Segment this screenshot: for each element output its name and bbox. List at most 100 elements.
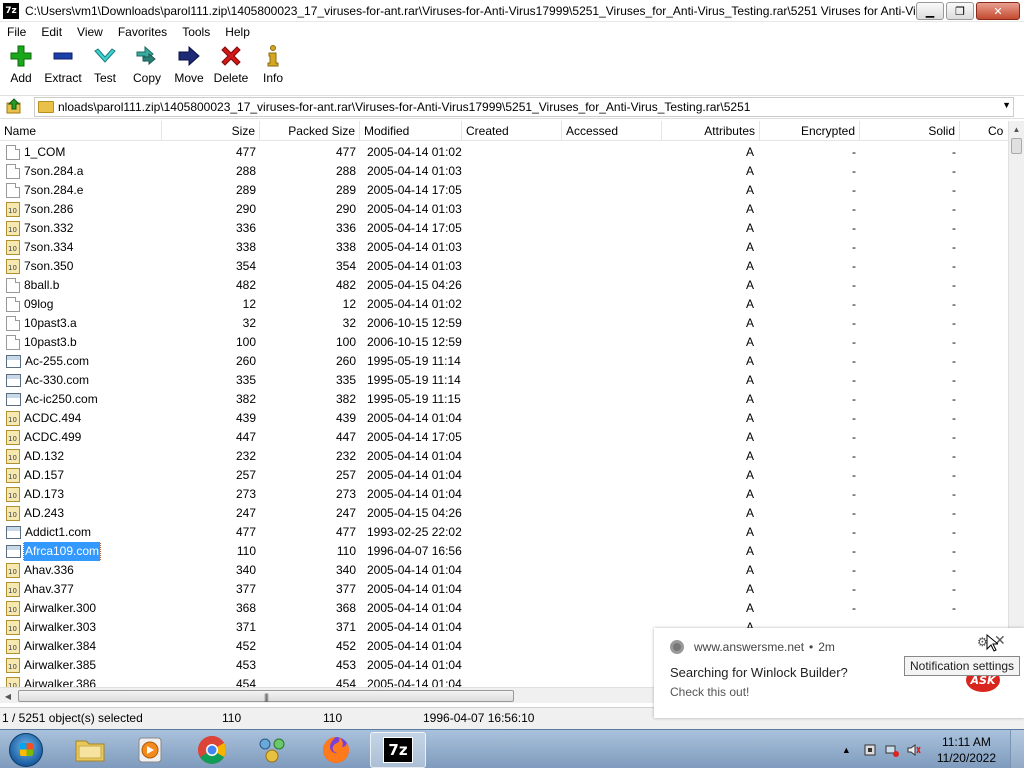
table-row[interactable]: 7son.332 336 336 2005-04-14 17:05 A - - — [0, 219, 1008, 238]
file-name-cell[interactable]: Ac-ic250.com — [6, 390, 156, 409]
table-row[interactable]: 8ball.b 482 482 2005-04-15 04:26 A - - — [0, 276, 1008, 295]
start-button[interactable] — [4, 731, 48, 768]
file-name-cell[interactable]: Ahav.336 — [6, 561, 156, 580]
network-status-icon[interactable] — [885, 743, 899, 757]
menu-favorites[interactable]: Favorites — [111, 25, 175, 39]
file-name-cell[interactable]: ACDC.499 — [6, 428, 156, 447]
file-name-cell[interactable]: AD.157 — [6, 466, 156, 485]
file-name-cell[interactable]: 7son.332 — [6, 219, 156, 238]
table-row[interactable]: 7son.286 290 290 2005-04-14 01:03 A - - — [0, 200, 1008, 219]
taskbar-firefox[interactable] — [308, 732, 364, 768]
file-name-cell[interactable]: Afrca109.com — [6, 542, 156, 561]
table-row[interactable]: Addict1.com 477 477 1993-02-25 22:02 A - - — [0, 523, 1008, 542]
file-name-cell[interactable]: AD.173 — [6, 485, 156, 504]
table-row[interactable]: Ahav.336 340 340 2005-04-14 01:04 A - - — [0, 561, 1008, 580]
minimize-button[interactable]: ▁ — [916, 2, 944, 20]
table-row[interactable]: 7son.350 354 354 2005-04-14 01:03 A - - — [0, 257, 1008, 276]
table-row[interactable]: 10past3.b 100 100 2006-10-15 12:59 A - - — [0, 333, 1008, 352]
file-name-cell[interactable]: Ac-330.com — [6, 371, 156, 390]
file-name-cell[interactable]: 09log — [6, 295, 156, 314]
file-name-cell[interactable]: Ac-255.com — [6, 352, 156, 371]
taskbar-network-app[interactable] — [244, 732, 300, 768]
taskbar-chrome[interactable] — [184, 732, 240, 768]
show-desktop-button[interactable] — [1010, 730, 1024, 768]
taskbar-media-player[interactable] — [122, 732, 178, 768]
column-packed-size[interactable]: Packed Size — [260, 121, 360, 141]
file-name-cell[interactable]: 7son.284.e — [6, 181, 156, 200]
table-row[interactable]: AD.132 232 232 2005-04-14 01:04 A - - — [0, 447, 1008, 466]
file-name-cell[interactable]: Airwalker.385 — [6, 656, 156, 675]
file-name-cell[interactable]: 7son.334 — [6, 238, 156, 257]
column-attributes[interactable]: Attributes — [662, 121, 760, 141]
column-created[interactable]: Created — [462, 121, 562, 141]
column-solid[interactable]: Solid — [860, 121, 960, 141]
add-button[interactable]: Add — [0, 43, 42, 93]
table-row[interactable]: 7son.334 338 338 2005-04-14 01:03 A - - — [0, 238, 1008, 257]
column-encrypted[interactable]: Encrypted — [760, 121, 860, 141]
menu-tools[interactable]: Tools — [175, 25, 218, 39]
table-row[interactable]: AD.243 247 247 2005-04-15 04:26 A - - — [0, 504, 1008, 523]
delete-button[interactable]: Delete — [210, 43, 252, 93]
file-name-cell[interactable]: 7son.350 — [6, 257, 156, 276]
close-button[interactable]: ✕ — [976, 2, 1020, 20]
scroll-up-icon[interactable]: ▲ — [1009, 121, 1024, 137]
file-name-cell[interactable]: Airwalker.384 — [6, 637, 156, 656]
table-row[interactable]: Ahav.377 377 377 2005-04-14 01:04 A - - — [0, 580, 1008, 599]
menu-edit[interactable]: Edit — [34, 25, 70, 39]
move-button[interactable]: Move — [168, 43, 210, 93]
column-comment[interactable]: Co — [984, 121, 1008, 141]
taskbar-file-explorer[interactable] — [62, 732, 118, 768]
file-name-cell[interactable]: 7son.286 — [6, 200, 156, 219]
extract-button[interactable]: Extract — [42, 43, 84, 93]
volume-icon[interactable] — [907, 743, 921, 757]
column-name[interactable]: Name — [0, 121, 162, 141]
tray-expand-icon[interactable]: ▲ — [842, 745, 851, 755]
column-modified[interactable]: Modified — [360, 121, 462, 141]
file-name-cell[interactable]: 10past3.a — [6, 314, 156, 333]
clock[interactable]: 11:11 AM 11/20/2022 — [937, 734, 996, 766]
column-size[interactable]: Size — [162, 121, 260, 141]
taskbar-7zip[interactable]: 7z — [370, 732, 426, 768]
table-row[interactable]: ACDC.494 439 439 2005-04-14 01:04 A - - — [0, 409, 1008, 428]
7zip-app-icon[interactable]: 7z — [3, 2, 19, 19]
file-name-cell[interactable]: Airwalker.303 — [6, 618, 156, 637]
table-row[interactable]: 09log 12 12 2005-04-14 01:02 A - - — [0, 295, 1008, 314]
info-button[interactable]: Info — [252, 43, 294, 93]
table-row[interactable]: Ac-330.com 335 335 1995-05-19 11:14 A - - — [0, 371, 1008, 390]
file-name-cell[interactable]: 8ball.b — [6, 276, 156, 295]
menu-file[interactable]: File — [0, 25, 34, 39]
table-row[interactable]: Ac-ic250.com 382 382 1995-05-19 11:15 A - - — [0, 390, 1008, 409]
table-row[interactable]: AD.157 257 257 2005-04-14 01:04 A - - — [0, 466, 1008, 485]
vertical-scroll-thumb[interactable] — [1011, 138, 1022, 154]
chevron-down-icon[interactable]: ▼ — [1002, 100, 1011, 110]
file-name-cell[interactable]: ACDC.494 — [6, 409, 156, 428]
vertical-scrollbar[interactable]: ▲ — [1008, 121, 1024, 687]
table-row[interactable]: 7son.284.a 288 288 2005-04-14 01:03 A - - — [0, 162, 1008, 181]
menu-help[interactable]: Help — [218, 25, 258, 39]
menu-view[interactable]: View — [70, 25, 111, 39]
table-row[interactable]: Airwalker.300 368 368 2005-04-14 01:04 A - - — [0, 599, 1008, 618]
scroll-left-icon[interactable]: ◀ — [0, 688, 16, 704]
table-row[interactable]: ACDC.499 447 447 2005-04-14 17:05 A - - — [0, 428, 1008, 447]
file-name-cell[interactable]: 1_COM — [6, 143, 156, 162]
file-name-cell[interactable]: Ahav.377 — [6, 580, 156, 599]
file-name-cell[interactable]: Airwalker.300 — [6, 599, 156, 618]
horizontal-scroll-thumb[interactable]: ||| — [18, 690, 514, 702]
table-row[interactable]: 1_COM 477 477 2005-04-14 01:02 A - - — [0, 143, 1008, 162]
file-name-cell[interactable]: AD.132 — [6, 447, 156, 466]
table-row[interactable]: 10past3.a 32 32 2006-10-15 12:59 A - - — [0, 314, 1008, 333]
column-accessed[interactable]: Accessed — [562, 121, 662, 141]
table-row[interactable]: Ac-255.com 260 260 1995-05-19 11:14 A - - — [0, 352, 1008, 371]
file-name-cell[interactable]: 7son.284.a — [6, 162, 156, 181]
test-button[interactable]: Test — [84, 43, 126, 93]
table-row[interactable]: Afrca109.com 110 110 1996-04-07 16:56 A - - — [0, 542, 1008, 561]
copy-button[interactable]: Copy — [126, 43, 168, 93]
action-center-icon[interactable] — [863, 743, 877, 757]
file-name-cell[interactable]: AD.243 — [6, 504, 156, 523]
restore-button[interactable]: ❐ — [946, 2, 974, 20]
table-row[interactable]: 7son.284.e 289 289 2005-04-14 17:05 A - - — [0, 181, 1008, 200]
file-name-cell[interactable]: Addict1.com — [6, 523, 156, 542]
path-input[interactable]: nloads\parol111.zip\1405800023_17_viruse… — [34, 97, 1014, 117]
up-folder-button[interactable] — [4, 97, 24, 117]
table-row[interactable]: AD.173 273 273 2005-04-14 01:04 A - - — [0, 485, 1008, 504]
